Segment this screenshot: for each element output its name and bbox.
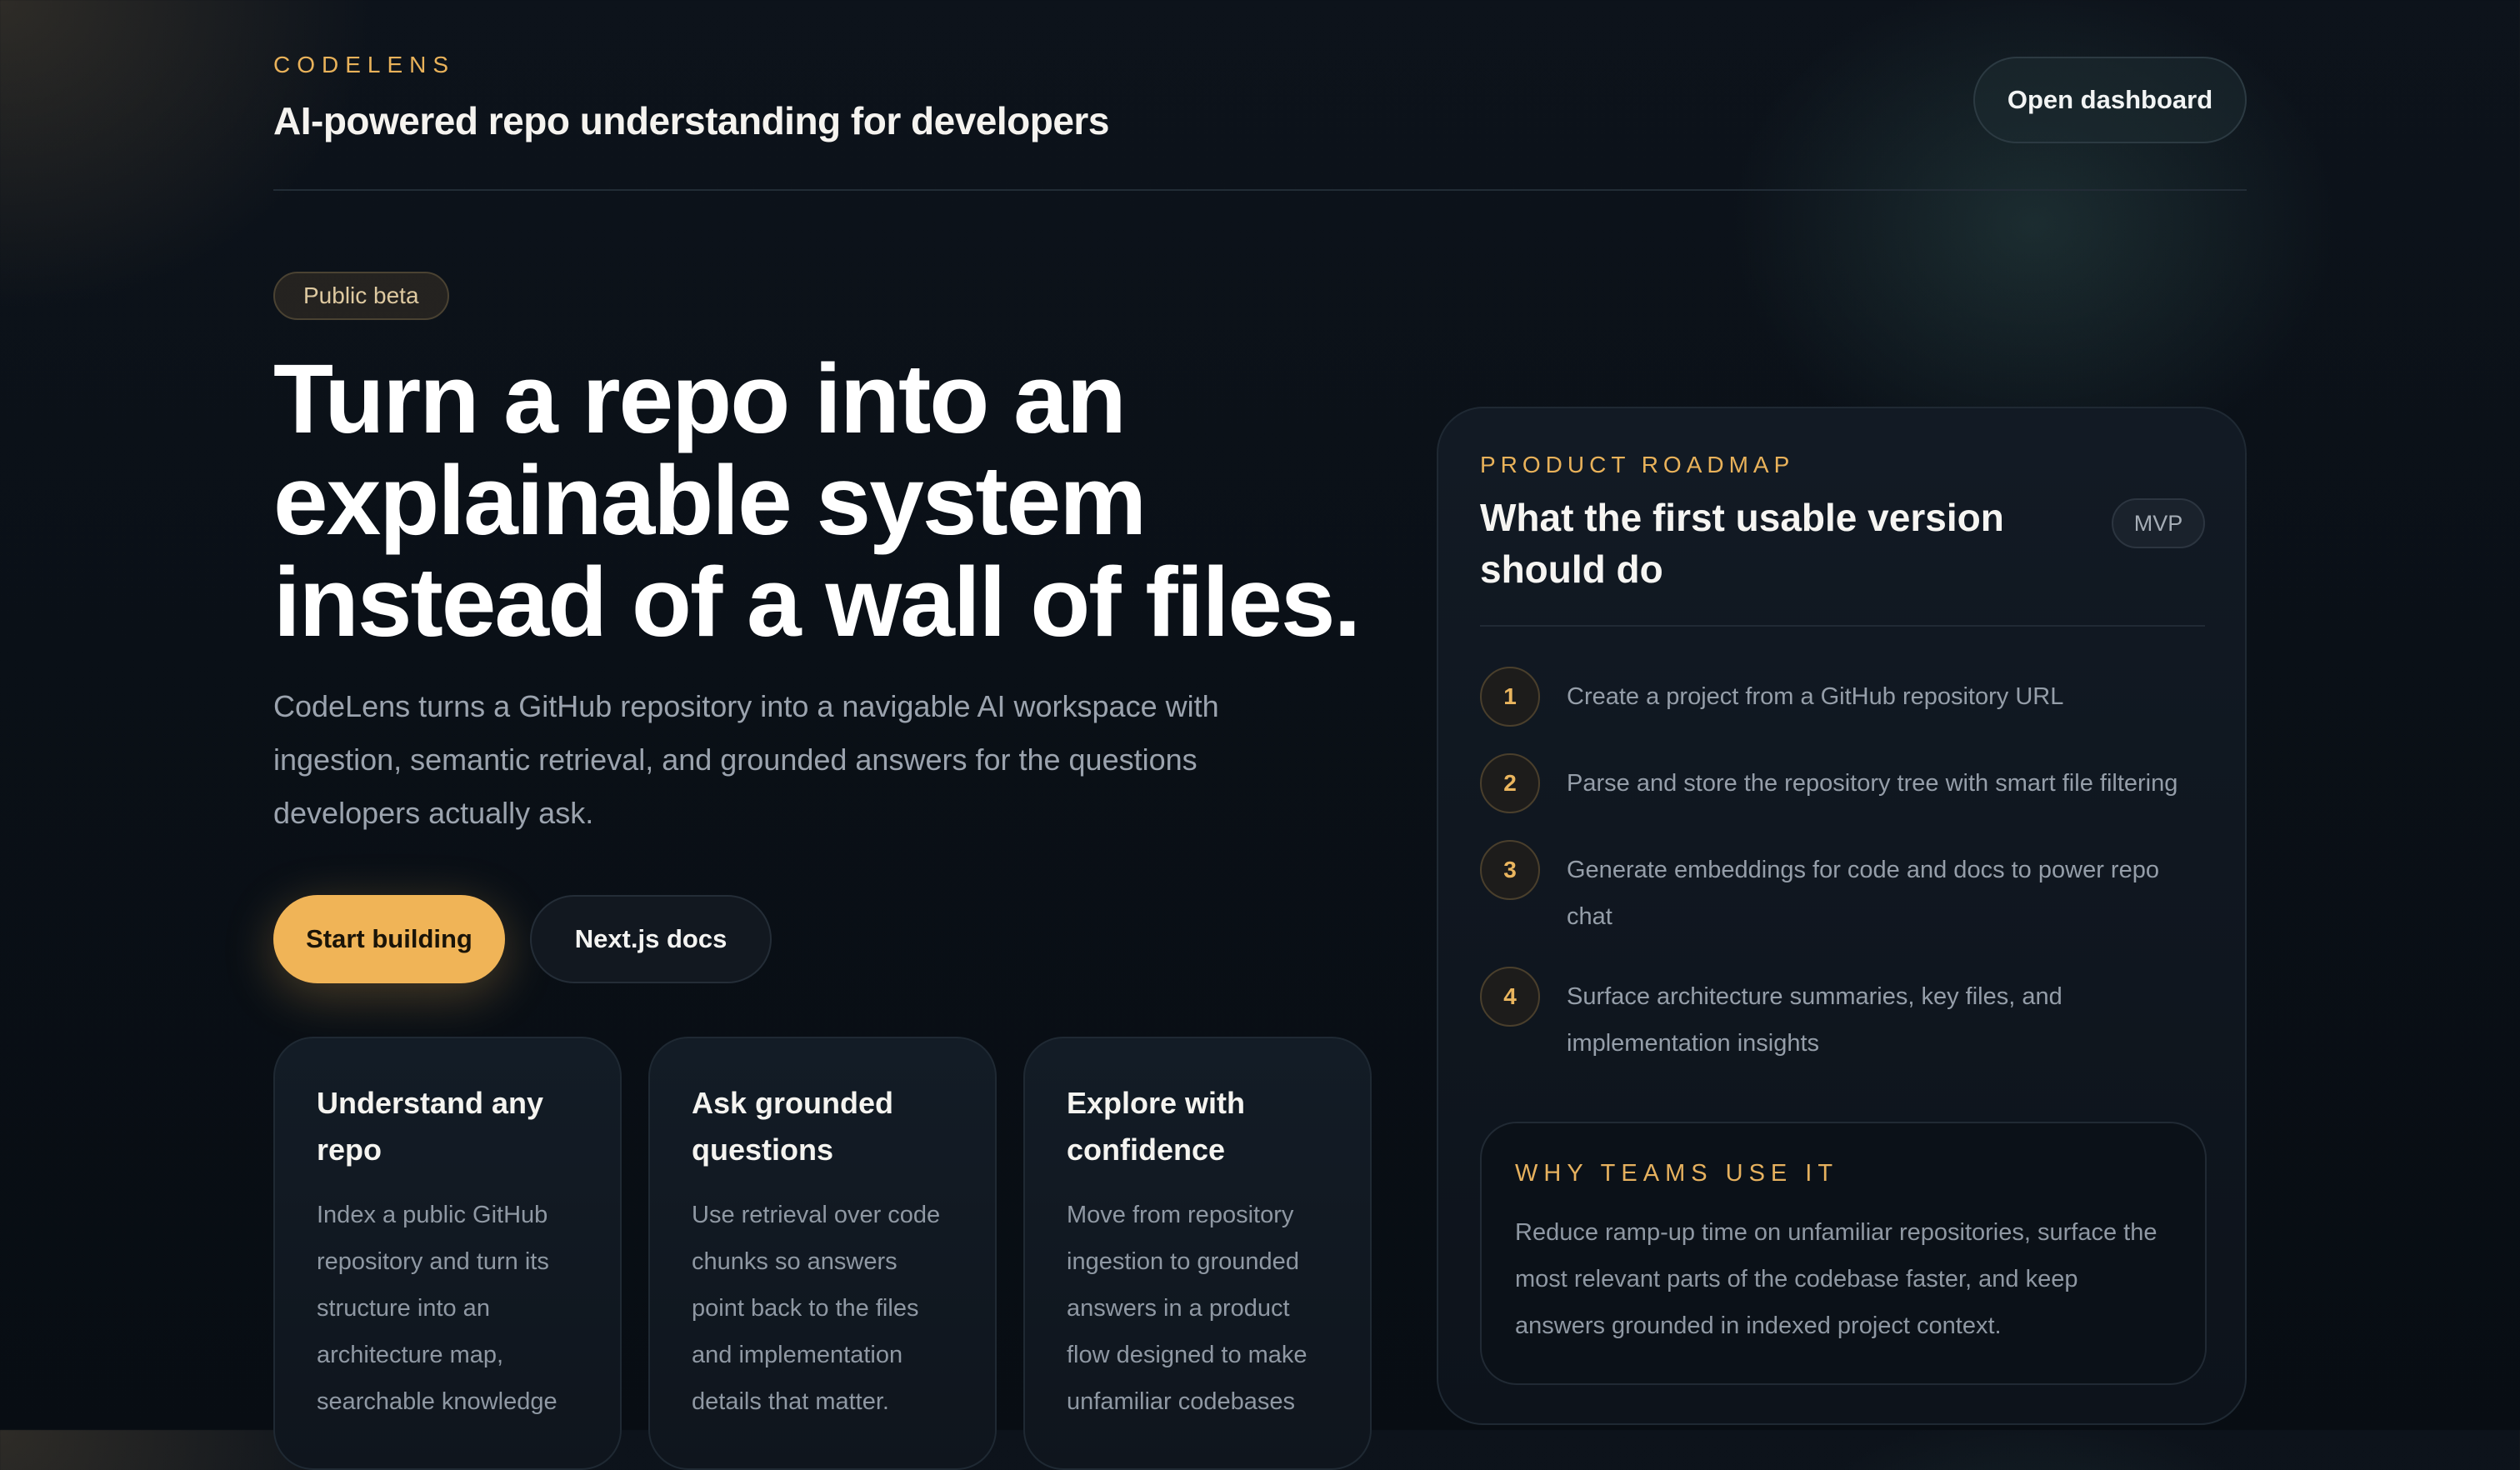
headline-line-2: explainable system — [273, 446, 1147, 556]
feature-card-body: Move from repository ingestion to ground… — [1067, 1202, 1308, 1415]
headline-line-3: instead of a wall of files. — [273, 548, 1361, 658]
feature-card-title: Ask grounded questions — [692, 1086, 894, 1167]
step-number: 3 — [1480, 840, 1540, 900]
headline-line-1: Turn a repo into an — [273, 344, 1127, 454]
step-text: Create a project from a GitHub repositor… — [1567, 683, 2064, 710]
roadmap-title: What the first usable version should do — [1480, 496, 2004, 591]
start-building-button[interactable]: Start building — [273, 895, 505, 983]
hero-headline: Turn a repo into an explainable system i… — [273, 348, 1423, 653]
open-dashboard-button[interactable]: Open dashboard — [1973, 57, 2247, 143]
feature-card-understand: Understand any repo Index a public GitHu… — [273, 1037, 622, 1470]
roadmap-panel: PRODUCT ROADMAP What the first usable ve… — [1437, 407, 2247, 1425]
roadmap-eyebrow: PRODUCT ROADMAP — [1480, 452, 1795, 478]
feature-card-title: Understand any repo — [317, 1086, 544, 1167]
step-number: 1 — [1480, 667, 1540, 727]
feature-card-title: Explore with confidence — [1067, 1086, 1246, 1167]
nextjs-docs-button[interactable]: Next.js docs — [530, 895, 772, 983]
why-teams-title: WHY TEAMS USE IT — [1515, 1160, 1839, 1187]
step-number: 2 — [1480, 753, 1540, 813]
roadmap-divider — [1480, 625, 2205, 627]
brand-tagline: AI-powered repo understanding for develo… — [273, 99, 1109, 142]
feature-card-ask: Ask grounded questions Use retrieval ove… — [648, 1037, 997, 1470]
feature-card-body: Index a public GitHub repository and tur… — [317, 1202, 558, 1415]
step-text: Parse and store the repository tree with… — [1567, 770, 2178, 797]
feature-card-body: Use retrieval over code chunks so answer… — [692, 1202, 941, 1415]
brand-logo[interactable]: CODELENS — [273, 52, 455, 78]
feature-card-explore: Explore with confidence Move from reposi… — [1023, 1037, 1372, 1470]
mvp-badge: MVP — [2112, 498, 2205, 548]
why-teams-text: Reduce ramp-up time on unfamiliar reposi… — [1515, 1219, 2158, 1339]
step-text: Surface architecture summaries, key file… — [1567, 983, 2062, 1057]
public-beta-badge: Public beta — [273, 272, 449, 320]
why-teams-box: WHY TEAMS USE IT Reduce ramp-up time on … — [1480, 1122, 2207, 1385]
page: CODELENS AI-powered repo understanding f… — [273, 0, 2247, 1470]
hero-subtext: CodeLens turns a GitHub repository into … — [273, 689, 1219, 830]
step-number: 4 — [1480, 967, 1540, 1027]
step-text: Generate embeddings for code and docs to… — [1567, 857, 2159, 930]
header-divider — [273, 189, 2247, 191]
